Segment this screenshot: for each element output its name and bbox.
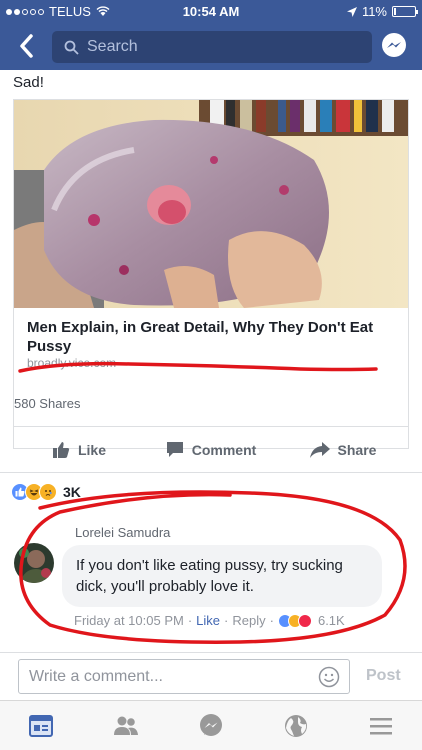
comment-bubble-icon [166,441,183,457]
comment-input-placeholder: Write a comment... [29,668,163,685]
chevron-left-icon[interactable] [14,32,40,60]
top-bar: TELUS 10:54 AM 11% Search [0,0,422,70]
sad-reaction-icon [39,483,57,501]
share-arrow-icon [309,441,330,458]
nav-bar: Search [0,26,422,66]
post-button[interactable]: Post [366,667,401,685]
post-card: Sad! Men Explain, in Great Detail, Why T… [0,70,422,652]
battery-icon [392,6,418,17]
search-input[interactable]: Search [52,31,372,63]
menu-icon[interactable] [368,713,394,739]
share-button[interactable]: Share [277,427,409,472]
search-icon [64,40,79,55]
comment-input[interactable]: Write a comment... [18,659,350,694]
link-domain: broadly.vice.com [27,356,117,370]
reaction-count: 3K [63,484,81,500]
battery-info: 11% [346,4,418,19]
comment-reply-button[interactable]: Reply [232,613,265,628]
globe-icon[interactable] [283,713,309,739]
like-button[interactable]: Like [13,427,145,472]
messenger-icon[interactable] [380,32,408,60]
avatar[interactable] [14,543,54,583]
thumbs-up-icon [52,441,70,458]
link-title: Men Explain, in Great Detail, Why They D… [27,319,374,355]
comment-like-button[interactable]: Like [196,613,220,628]
messenger-tab-icon[interactable] [198,713,224,739]
comment-text: If you don't like eating pussy, try suck… [62,545,382,607]
comment-reaction-count: 6.1K [317,613,345,628]
post-actions: Like Comment Share [13,426,409,472]
battery-percent: 11% [361,4,387,19]
comment-button[interactable]: Comment [145,427,277,472]
comment-composer: Write a comment... Post [0,652,422,700]
comment-reactions[interactable] [277,613,312,628]
status-bar: TELUS 10:54 AM 11% [0,0,422,22]
love-reaction-icon [297,613,312,628]
emoji-icon[interactable] [318,666,340,688]
comment-author[interactable]: Lorelei Samudra [75,525,170,540]
link-preview-image [14,100,408,308]
location-arrow-icon [346,6,357,17]
news-feed-icon[interactable] [28,713,54,739]
share-count[interactable]: 580 Shares [14,396,81,411]
comment-meta: Friday at 10:05 PM · Like · Reply · 6.1K [74,613,345,628]
post-caption: Sad! [13,74,44,91]
friends-icon[interactable] [113,713,139,739]
comment: Lorelei Samudra If you don't like eating… [12,522,412,642]
tab-bar [0,700,422,750]
reaction-summary[interactable]: 3K [11,483,81,501]
search-placeholder: Search [87,38,138,55]
comment-time[interactable]: Friday at 10:05 PM [74,613,184,628]
divider [0,472,422,473]
